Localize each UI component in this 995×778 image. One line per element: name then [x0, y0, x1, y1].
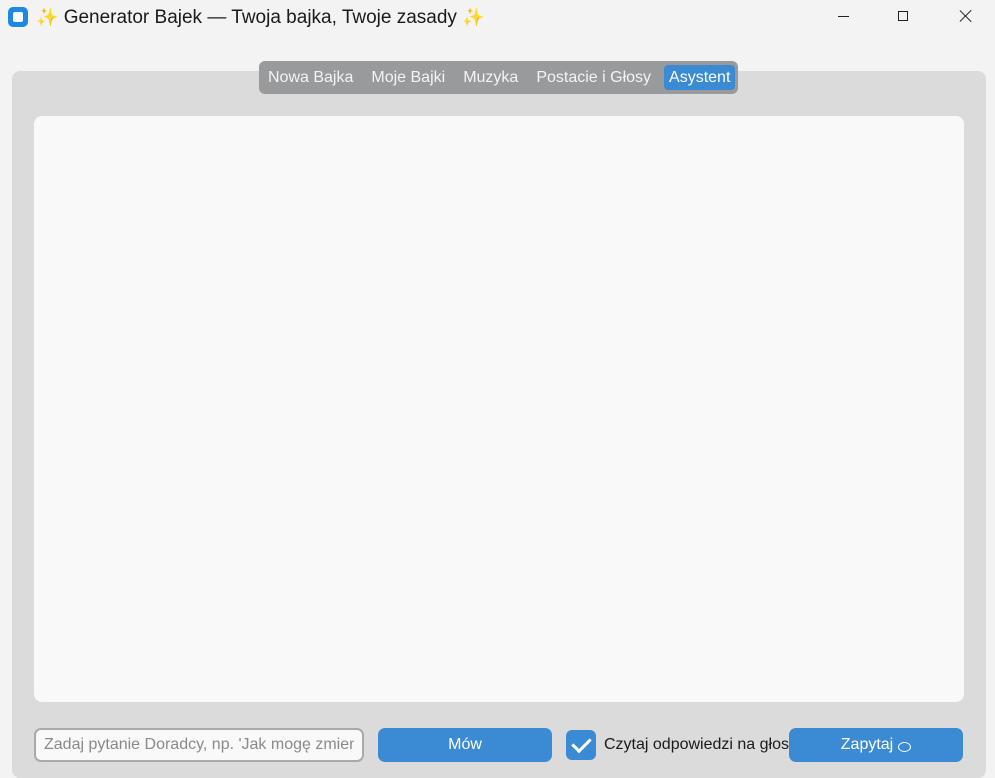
app-window: ✨ Generator Bajek — Twoja bajka, Twoje z… — [0, 0, 995, 778]
close-icon — [959, 9, 973, 23]
speak-button-label: Mów — [448, 736, 482, 753]
title-bar[interactable]: ✨ Generator Bajek — Twoja bajka, Twoje z… — [0, 0, 995, 34]
ask-button[interactable]: Zapytaj — [789, 728, 963, 762]
read-aloud-label[interactable]: Czytaj odpowiedzi na głos — [604, 736, 790, 754]
read-aloud-checkbox[interactable] — [566, 730, 596, 760]
tab-muzyka[interactable]: Muzyka — [458, 65, 523, 90]
minimize-button[interactable] — [820, 0, 866, 32]
tab-nowa-bajka[interactable]: Nowa Bajka — [263, 65, 358, 90]
conversation-textbox[interactable] — [34, 116, 964, 702]
maximize-button[interactable] — [880, 0, 926, 32]
app-icon — [8, 7, 28, 27]
ask-button-label: Zapytaj — [840, 736, 894, 753]
checkmark-icon — [570, 732, 592, 754]
sparkle-icon: ✨ — [36, 7, 59, 27]
speech-bubble-icon — [898, 742, 912, 752]
sparkle-icon: ✨ — [462, 7, 485, 27]
speak-button[interactable]: Mów — [378, 728, 552, 762]
tab-postacie-i-glosy[interactable]: Postacie i Głosy — [531, 65, 656, 90]
window-title-text: Generator Bajek — Twoja bajka, Twoje zas… — [63, 7, 457, 28]
close-button[interactable] — [943, 0, 989, 32]
tab-moje-bajki[interactable]: Moje Bajki — [366, 65, 450, 90]
maximize-icon — [898, 11, 908, 21]
tab-asystent[interactable]: Asystent — [664, 65, 736, 90]
minimize-icon — [837, 15, 849, 17]
window-title: ✨ Generator Bajek — Twoja bajka, Twoje z… — [36, 5, 485, 30]
question-input[interactable] — [34, 728, 364, 762]
tab-bar: Nowa Bajka Moje Bajki Muzyka Postacie i … — [259, 61, 738, 94]
